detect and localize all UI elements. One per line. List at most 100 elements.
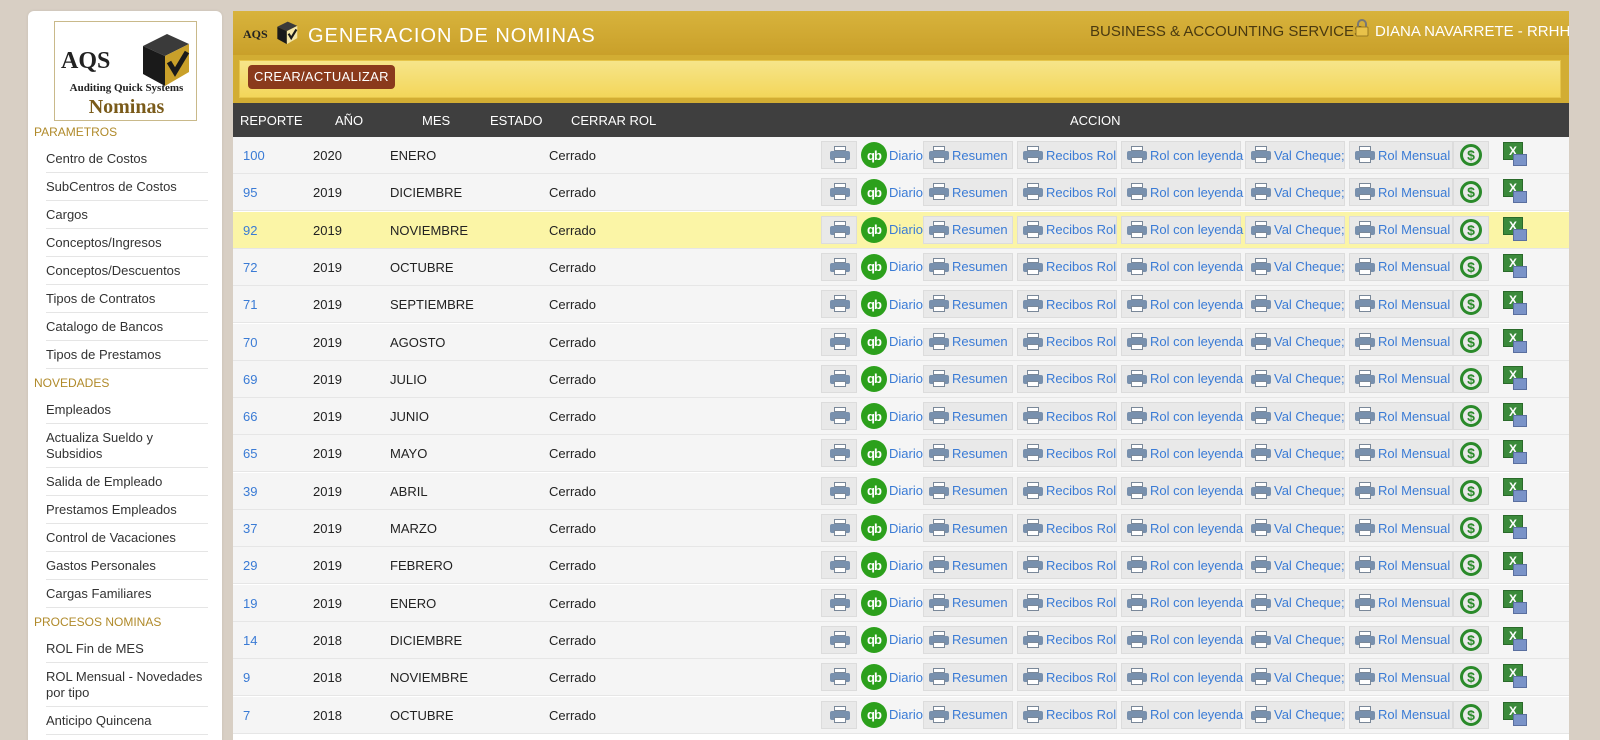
sidebar-item[interactable]: Conceptos/Ingresos	[46, 229, 208, 257]
excel-export-button[interactable]: X	[1501, 440, 1529, 466]
print-button[interactable]	[821, 290, 857, 319]
recibos-button[interactable]: Recibos Rol	[1017, 402, 1117, 431]
cheque-button[interactable]: Val Cheque;	[1245, 290, 1345, 319]
leyenda-button[interactable]: Rol con leyenda	[1121, 476, 1243, 505]
diario-button[interactable]: qb Diario	[861, 253, 923, 281]
sidebar-item[interactable]: Gastos Personales	[46, 552, 208, 580]
report-link[interactable]: 65	[243, 446, 257, 461]
resumen-button[interactable]: Resumen	[923, 625, 1013, 654]
resumen-button[interactable]: Resumen	[923, 402, 1013, 431]
resumen-button[interactable]: Resumen	[923, 178, 1013, 207]
report-link[interactable]: 70	[243, 335, 257, 350]
cheque-button[interactable]: Val Cheque;	[1245, 178, 1345, 207]
diario-button[interactable]: qb Diario	[861, 141, 923, 169]
recibos-button[interactable]: Recibos Rol	[1017, 625, 1117, 654]
diario-button[interactable]: qb Diario	[861, 663, 923, 691]
sync-button[interactable]: $	[1453, 551, 1489, 580]
cheque-button[interactable]: Val Cheque;	[1245, 327, 1345, 356]
recibos-button[interactable]: Recibos Rol	[1017, 215, 1117, 244]
leyenda-button[interactable]: Rol con leyenda	[1121, 700, 1243, 729]
sidebar-item[interactable]: Empleados	[46, 396, 208, 424]
sync-button[interactable]: $	[1453, 700, 1489, 729]
print-button[interactable]	[821, 141, 857, 169]
cheque-button[interactable]: Val Cheque;	[1245, 364, 1345, 393]
diario-button[interactable]: qb Diario	[861, 402, 923, 430]
print-button[interactable]	[821, 588, 857, 617]
sidebar-item[interactable]: Tipos de Contratos	[46, 285, 208, 313]
report-link[interactable]: 9	[243, 670, 250, 685]
print-button[interactable]	[821, 625, 857, 654]
mensual-button[interactable]: Rol Mensual	[1349, 215, 1453, 244]
diario-button[interactable]: qb Diario	[861, 514, 923, 542]
excel-export-button[interactable]: X	[1501, 589, 1529, 616]
print-button[interactable]	[821, 327, 857, 356]
report-link[interactable]: 14	[243, 633, 257, 648]
recibos-button[interactable]: Recibos Rol	[1017, 178, 1117, 207]
mensual-button[interactable]: Rol Mensual	[1349, 514, 1453, 542]
diario-button[interactable]: qb Diario	[861, 477, 923, 505]
excel-export-button[interactable]: X	[1501, 328, 1529, 355]
sync-button[interactable]: $	[1453, 663, 1489, 692]
mensual-button[interactable]: Rol Mensual	[1349, 141, 1453, 169]
mensual-button[interactable]: Rol Mensual	[1349, 327, 1453, 356]
mensual-button[interactable]: Rol Mensual	[1349, 252, 1453, 281]
sync-button[interactable]: $	[1453, 141, 1489, 169]
excel-export-button[interactable]: X	[1501, 253, 1529, 280]
cheque-button[interactable]: Val Cheque;	[1245, 141, 1345, 169]
print-button[interactable]	[821, 364, 857, 393]
excel-export-button[interactable]: X	[1501, 626, 1529, 653]
sync-button[interactable]: $	[1453, 588, 1489, 617]
recibos-button[interactable]: Recibos Rol	[1017, 514, 1117, 542]
report-link[interactable]: 95	[243, 185, 257, 200]
resumen-button[interactable]: Resumen	[923, 663, 1013, 692]
excel-export-button[interactable]: X	[1501, 403, 1529, 429]
mensual-button[interactable]: Rol Mensual	[1349, 551, 1453, 580]
recibos-button[interactable]: Recibos Rol	[1017, 663, 1117, 692]
report-link[interactable]: 37	[243, 521, 257, 536]
recibos-button[interactable]: Recibos Rol	[1017, 439, 1117, 468]
sidebar-item[interactable]: Cargas Familiares	[46, 580, 208, 608]
leyenda-button[interactable]: Rol con leyenda	[1121, 252, 1243, 281]
cheque-button[interactable]: Val Cheque;	[1245, 252, 1345, 281]
sidebar-item[interactable]: ROL Fin de MES	[46, 635, 208, 663]
excel-export-button[interactable]: X	[1501, 291, 1529, 317]
cheque-button[interactable]: Val Cheque;	[1245, 402, 1345, 431]
sidebar-item[interactable]: Anticipo Quincena	[46, 707, 208, 735]
print-button[interactable]	[821, 663, 857, 692]
report-link[interactable]: 7	[243, 708, 250, 723]
leyenda-button[interactable]: Rol con leyenda	[1121, 588, 1243, 617]
excel-export-button[interactable]: X	[1501, 142, 1529, 168]
resumen-button[interactable]: Resumen	[923, 476, 1013, 505]
recibos-button[interactable]: Recibos Rol	[1017, 551, 1117, 580]
cheque-button[interactable]: Val Cheque;	[1245, 439, 1345, 468]
report-link[interactable]: 100	[243, 148, 265, 163]
sidebar-item[interactable]: Salida de Empleado	[46, 468, 208, 496]
print-button[interactable]	[821, 402, 857, 431]
recibos-button[interactable]: Recibos Rol	[1017, 141, 1117, 169]
user-name[interactable]: DIANA NAVARRETE - RRHH	[1375, 23, 1569, 40]
sync-button[interactable]: $	[1453, 402, 1489, 431]
resumen-button[interactable]: Resumen	[923, 551, 1013, 580]
recibos-button[interactable]: Recibos Rol	[1017, 252, 1117, 281]
sync-button[interactable]: $	[1453, 439, 1489, 468]
cheque-button[interactable]: Val Cheque;	[1245, 514, 1345, 542]
report-link[interactable]: 71	[243, 297, 257, 312]
sync-button[interactable]: $	[1453, 476, 1489, 505]
mensual-button[interactable]: Rol Mensual	[1349, 588, 1453, 617]
leyenda-button[interactable]: Rol con leyenda	[1121, 290, 1243, 319]
excel-export-button[interactable]: X	[1501, 216, 1529, 243]
sync-button[interactable]: $	[1453, 215, 1489, 244]
resumen-button[interactable]: Resumen	[923, 327, 1013, 356]
cheque-button[interactable]: Val Cheque;	[1245, 551, 1345, 580]
print-button[interactable]	[821, 476, 857, 505]
leyenda-button[interactable]: Rol con leyenda	[1121, 178, 1243, 207]
recibos-button[interactable]: Recibos Rol	[1017, 290, 1117, 319]
print-button[interactable]	[821, 514, 857, 542]
report-link[interactable]: 29	[243, 558, 257, 573]
leyenda-button[interactable]: Rol con leyenda	[1121, 663, 1243, 692]
report-link[interactable]: 69	[243, 372, 257, 387]
sidebar-item[interactable]: Tipos de Prestamos	[46, 341, 208, 369]
recibos-button[interactable]: Recibos Rol	[1017, 476, 1117, 505]
diario-button[interactable]: qb Diario	[861, 216, 923, 244]
sync-button[interactable]: $	[1453, 514, 1489, 542]
